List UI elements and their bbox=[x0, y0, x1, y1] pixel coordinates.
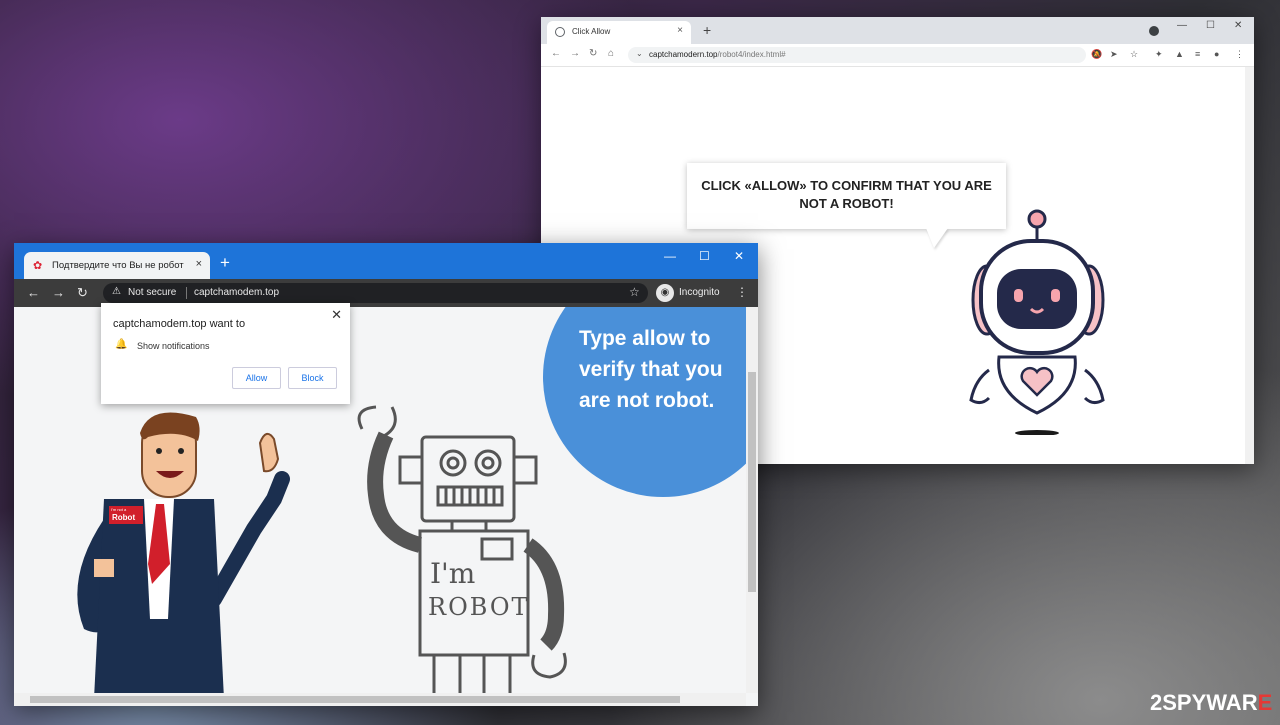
globe-icon bbox=[555, 27, 565, 37]
forward-icon[interactable]: → bbox=[52, 285, 65, 300]
tab-title: Click Allow bbox=[572, 27, 611, 36]
reload-icon[interactable]: ↻ bbox=[77, 285, 88, 301]
notification-permission-popup: captchamodem.top want to ✕ 🔔 Show notifi… bbox=[101, 303, 350, 404]
forward-icon[interactable]: → bbox=[570, 48, 580, 59]
close-icon[interactable]: ✕ bbox=[331, 307, 342, 323]
extensions-icon[interactable]: ✦ bbox=[1155, 49, 1163, 60]
cute-robot-illustration bbox=[969, 209, 1105, 435]
profile-dot-icon[interactable] bbox=[1149, 26, 1159, 36]
menu-icon[interactable]: ⋮ bbox=[736, 285, 748, 299]
horizontal-scrollbar[interactable] bbox=[14, 693, 746, 706]
star-icon[interactable]: ☆ bbox=[629, 285, 640, 299]
scrollbar[interactable] bbox=[1245, 67, 1254, 464]
warning-icon[interactable]: ⚠ bbox=[112, 286, 121, 297]
banner-text: Type allow to verify that you are not ro… bbox=[579, 327, 723, 412]
back-icon[interactable]: ← bbox=[27, 285, 40, 300]
back-icon[interactable]: ← bbox=[551, 48, 561, 59]
flask-icon[interactable]: ▲ bbox=[1175, 49, 1184, 59]
tab-close-icon[interactable]: × bbox=[677, 25, 683, 36]
send-icon[interactable]: ➤ bbox=[1110, 49, 1118, 60]
close-window-button[interactable]: ✕ bbox=[734, 249, 744, 263]
tab-bar: ✿ Подтвердите что Вы не робот × + — ☐ ✕ bbox=[14, 243, 758, 279]
avatar-icon[interactable]: ● bbox=[1214, 49, 1219, 59]
vertical-scrollbar[interactable] bbox=[746, 307, 758, 693]
tab-click-allow[interactable]: Click Allow × bbox=[547, 21, 691, 44]
badge-line-1: I'm not a bbox=[111, 507, 127, 512]
security-label[interactable]: Not secure bbox=[128, 287, 176, 298]
url-text: captchamodem.top bbox=[194, 287, 280, 298]
reading-list-icon[interactable]: ≡ bbox=[1195, 49, 1200, 59]
maximize-button[interactable]: ☐ bbox=[699, 249, 710, 263]
speech-bubble-tail bbox=[926, 228, 948, 248]
minimize-button[interactable]: — bbox=[1177, 20, 1187, 31]
new-tab-button[interactable]: + bbox=[703, 22, 711, 38]
reload-icon[interactable]: ↻ bbox=[589, 48, 597, 59]
close-window-button[interactable]: ✕ bbox=[1234, 20, 1242, 31]
chevron-down-icon[interactable]: ⌄ bbox=[636, 49, 643, 58]
block-button[interactable]: Block bbox=[288, 367, 337, 389]
tab-title: Подтвердите что Вы не робот bbox=[52, 260, 184, 271]
new-tab-button[interactable]: + bbox=[220, 253, 230, 273]
watermark: 2SPYWARE bbox=[1150, 690, 1272, 716]
scroll-thumb[interactable] bbox=[30, 696, 680, 703]
maximize-button[interactable]: ☐ bbox=[1206, 20, 1215, 31]
badge-line-2: Robot bbox=[112, 513, 136, 522]
toolbar: ← → ↻ ⌂ ⌄ captchamodern.top/robot4/index… bbox=[541, 44, 1254, 67]
permission-text: Show notifications bbox=[137, 341, 210, 351]
tab-close-icon[interactable]: × bbox=[196, 258, 202, 270]
im-not-a-robot-badge: I'm not a Robot bbox=[109, 506, 143, 524]
url-text: captchamodern.top/robot4/index.html# bbox=[649, 50, 786, 59]
separator bbox=[186, 287, 187, 299]
minimize-button[interactable]: — bbox=[664, 249, 676, 263]
incognito-indicator[interactable]: ◉ Incognito bbox=[654, 283, 724, 303]
menu-icon[interactable]: ⋮ bbox=[1235, 49, 1244, 60]
tab-bar: Click Allow × + — ☐ ✕ bbox=[541, 17, 1254, 44]
watermark-part-1: 2SPYWAR bbox=[1150, 690, 1258, 715]
star-icon[interactable]: ☆ bbox=[1130, 49, 1138, 60]
popup-title: captchamodem.top want to bbox=[113, 318, 246, 330]
sketch-robot-illustration bbox=[357, 405, 567, 693]
notifications-blocked-icon[interactable]: 🔕 bbox=[1091, 49, 1102, 60]
robot-text-robot: ROBOT bbox=[428, 593, 530, 621]
incognito-label: Incognito bbox=[679, 287, 720, 298]
fox-favicon-icon: ✿ bbox=[33, 260, 43, 272]
address-bar[interactable]: ⚠ Not secure captchamodem.top ☆ bbox=[103, 283, 648, 303]
incognito-icon: ◉ bbox=[656, 284, 674, 302]
watermark-part-2: E bbox=[1257, 690, 1273, 715]
scroll-thumb[interactable] bbox=[748, 372, 756, 592]
businessman-illustration bbox=[77, 412, 290, 693]
robot-text-im: I'm bbox=[430, 557, 476, 590]
bell-icon: 🔔 bbox=[115, 339, 128, 350]
address-bar[interactable]: ⌄ captchamodern.top/robot4/index.html# bbox=[628, 47, 1086, 63]
home-icon[interactable]: ⌂ bbox=[608, 48, 614, 59]
allow-button[interactable]: Allow bbox=[232, 367, 281, 389]
tab-captcha[interactable]: ✿ Подтвердите что Вы не робот × bbox=[24, 252, 210, 279]
